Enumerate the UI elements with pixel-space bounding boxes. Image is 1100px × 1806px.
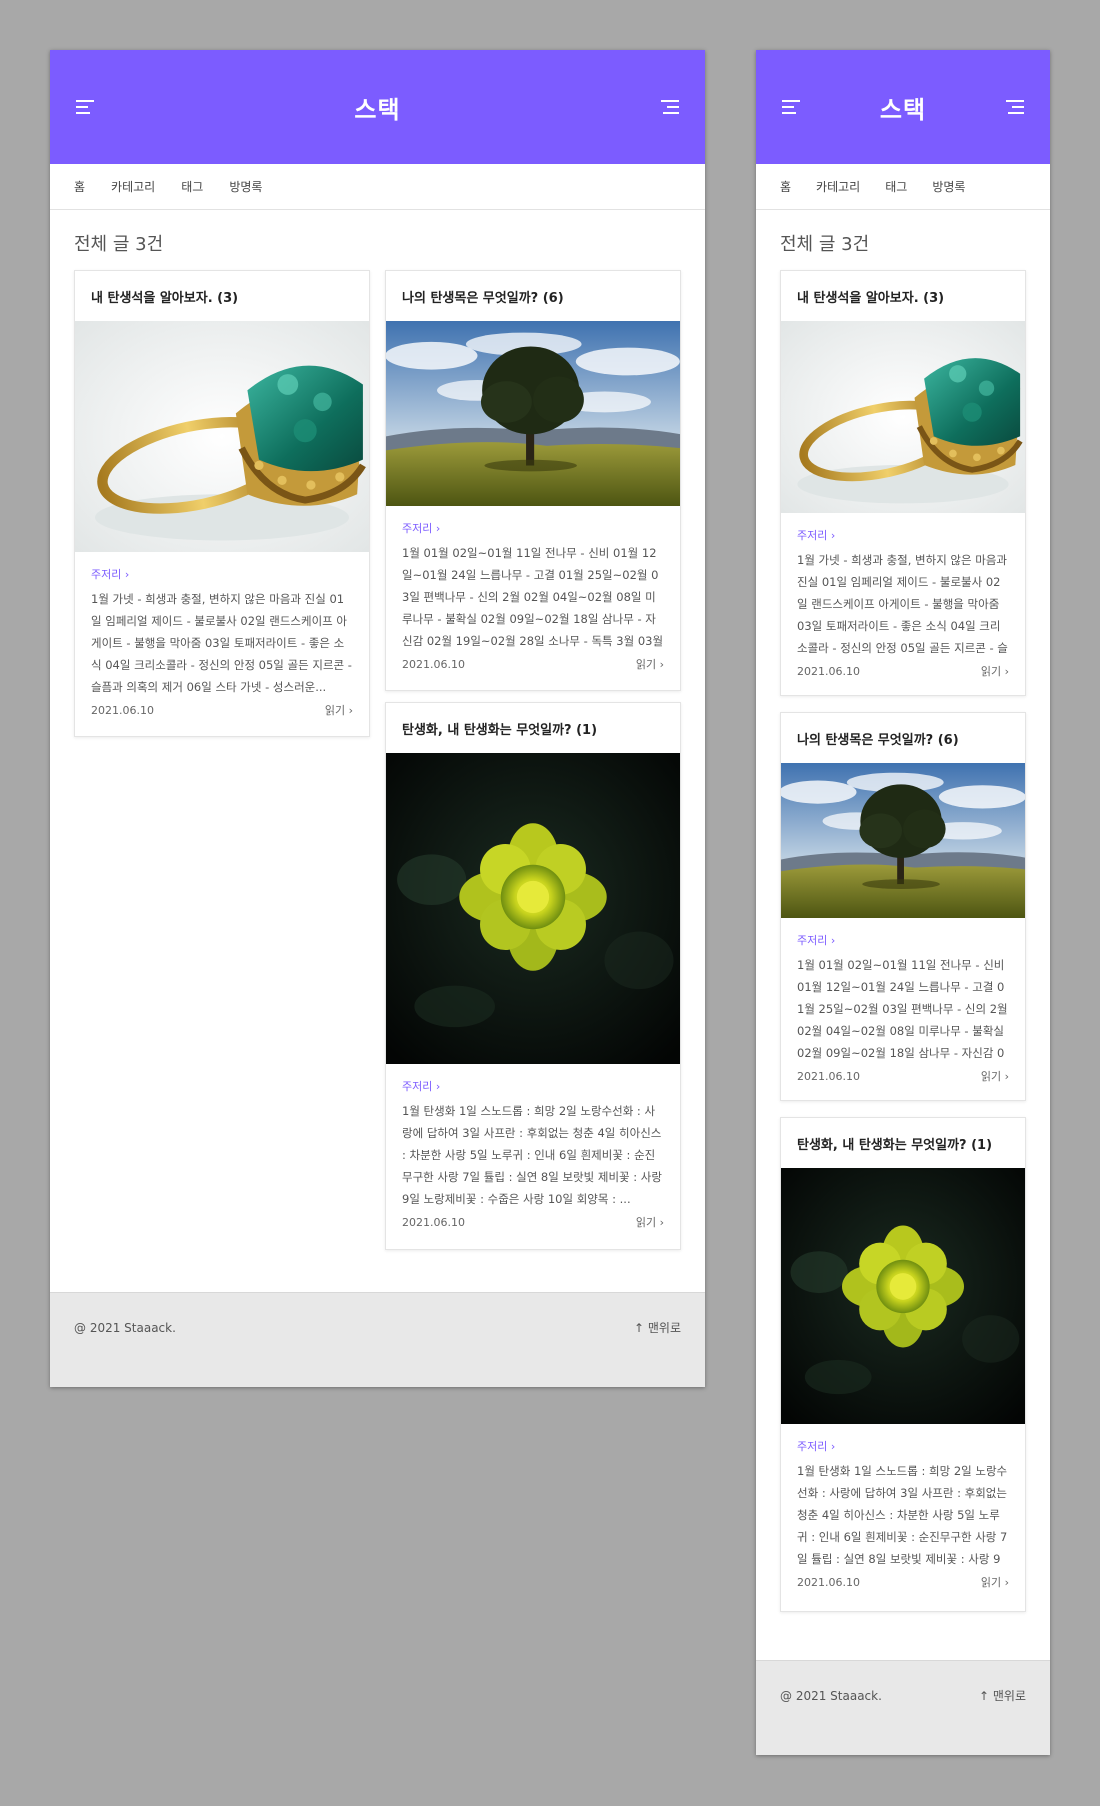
back-to-top-link[interactable]: ↑ 맨위로 xyxy=(634,1319,681,1336)
site-title[interactable]: 스택 xyxy=(354,90,400,125)
post-excerpt: 1월 탄생화 1일 스노드롭 : 희망 2일 노랑수선화 : 사랑에 답하여 3… xyxy=(797,1464,1008,1566)
nav-category[interactable]: 카테고리 xyxy=(816,178,860,195)
tree-photo[interactable] xyxy=(386,321,680,506)
post-card[interactable]: 내 탄생석을 알아보자. (3) 주저리 › 1월 가넷 - 희생과 충절, 변… xyxy=(780,270,1026,696)
post-title[interactable]: 내 탄생석을 알아보자. (3) xyxy=(781,271,1025,321)
site-header: 스택 xyxy=(756,50,1050,164)
read-link[interactable]: 읽기 › xyxy=(325,702,353,718)
top-nav: 홈 카테고리 태그 방명록 xyxy=(756,164,1050,210)
nav-tag[interactable]: 태그 xyxy=(181,178,203,195)
post-excerpt: 1월 01월 02일~01월 11일 전나무 - 신비 01월 12일~01월 … xyxy=(402,546,664,648)
read-link[interactable]: 읽기 › xyxy=(636,656,664,672)
flower-photo[interactable] xyxy=(781,1168,1025,1424)
post-excerpt: 1월 가넷 - 희생과 충절, 변하지 않은 마음과 진실 01일 임페리얼 제… xyxy=(797,553,1008,655)
site-title[interactable]: 스택 xyxy=(880,90,926,125)
nav-tag[interactable]: 태그 xyxy=(885,178,907,195)
flower-photo[interactable] xyxy=(386,753,680,1064)
post-date: 2021.06.10 xyxy=(797,1069,860,1083)
post-excerpt: 1월 01월 02일~01월 11일 전나무 - 신비 01월 12일~01월 … xyxy=(797,958,1008,1060)
site-footer: @ 2021 Staaack. ↑ 맨위로 xyxy=(50,1292,705,1387)
post-category[interactable]: 주저리 › xyxy=(781,1438,1025,1454)
post-meta: 2021.06.10 읽기 › xyxy=(75,702,369,718)
footer-copyright: @ 2021 Staaack. xyxy=(74,1320,176,1335)
menu-right-icon[interactable] xyxy=(1002,99,1024,115)
read-link[interactable]: 읽기 › xyxy=(636,1214,664,1230)
site-header: 스택 xyxy=(50,50,705,164)
menu-right-icon[interactable] xyxy=(657,99,679,115)
nav-home[interactable]: 홈 xyxy=(74,178,85,195)
post-date: 2021.06.10 xyxy=(402,657,465,671)
post-excerpt: 1월 가넷 - 희생과 충절, 변하지 않은 마음과 진실 01일 임페리얼 제… xyxy=(91,592,352,694)
nav-guestbook[interactable]: 방명록 xyxy=(229,178,262,195)
ring-photo[interactable] xyxy=(75,321,369,552)
back-to-top-link[interactable]: ↑ 맨위로 xyxy=(979,1687,1026,1704)
list-heading: 전체 글 3건 xyxy=(780,234,870,255)
post-title[interactable]: 내 탄생석을 알아보자. (3) xyxy=(75,271,369,321)
read-link[interactable]: 읽기 › xyxy=(981,1574,1009,1590)
post-excerpt: 1월 탄생화 1일 스노드롭 : 희망 2일 노랑수선화 : 사랑에 답하여 3… xyxy=(402,1104,662,1206)
post-category[interactable]: 주저리 › xyxy=(386,520,680,536)
post-date: 2021.06.10 xyxy=(402,1215,465,1229)
nav-home[interactable]: 홈 xyxy=(780,178,791,195)
post-meta: 2021.06.10 읽기 › xyxy=(781,1574,1025,1590)
post-title[interactable]: 탄생화, 내 탄생화는 무엇일까? (1) xyxy=(781,1118,1025,1168)
post-category[interactable]: 주저리 › xyxy=(386,1078,680,1094)
post-category[interactable]: 주저리 › xyxy=(75,566,369,582)
desktop-preview: 스택 홈 카테고리 태그 방명록 전체 글 3건 내 탄생석을 알아보자. (3… xyxy=(50,50,705,1387)
post-title[interactable]: 나의 탄생목은 무엇일까? (6) xyxy=(386,271,680,321)
tree-photo[interactable] xyxy=(781,763,1025,918)
post-card[interactable]: 내 탄생석을 알아보자. (3) 주저리 › 1월 가넷 - 희생과 충절, 변… xyxy=(74,270,370,737)
post-card[interactable]: 탄생화, 내 탄생화는 무엇일까? (1) 주저리 › 1월 탄생화 1일 스노… xyxy=(385,702,681,1250)
post-meta: 2021.06.10 읽기 › xyxy=(386,1214,680,1230)
list-heading: 전체 글 3건 xyxy=(74,234,164,255)
nav-guestbook[interactable]: 방명록 xyxy=(932,178,965,195)
ring-photo[interactable] xyxy=(781,321,1025,513)
post-title[interactable]: 나의 탄생목은 무엇일까? (6) xyxy=(781,713,1025,763)
read-link[interactable]: 읽기 › xyxy=(981,663,1009,679)
post-card[interactable]: 나의 탄생목은 무엇일까? (6) 주저리 › 1월 01월 02일~01월 1… xyxy=(780,712,1026,1101)
mobile-preview: 스택 홈 카테고리 태그 방명록 전체 글 3건 내 탄생석을 알아보자. (3… xyxy=(756,50,1050,1755)
post-date: 2021.06.10 xyxy=(797,1575,860,1589)
site-footer: @ 2021 Staaack. ↑ 맨위로 xyxy=(756,1660,1050,1755)
menu-left-icon[interactable] xyxy=(76,99,98,115)
footer-copyright: @ 2021 Staaack. xyxy=(780,1688,882,1703)
post-card[interactable]: 탄생화, 내 탄생화는 무엇일까? (1) 주저리 › 1월 탄생화 1일 스노… xyxy=(780,1117,1026,1612)
post-category[interactable]: 주저리 › xyxy=(781,932,1025,948)
post-date: 2021.06.10 xyxy=(91,703,154,717)
post-meta: 2021.06.10 읽기 › xyxy=(386,656,680,672)
read-link[interactable]: 읽기 › xyxy=(981,1068,1009,1084)
post-meta: 2021.06.10 읽기 › xyxy=(781,1068,1025,1084)
post-date: 2021.06.10 xyxy=(797,664,860,678)
post-card[interactable]: 나의 탄생목은 무엇일까? (6) 주저리 › 1월 01월 02일~01월 1… xyxy=(385,270,681,691)
post-category[interactable]: 주저리 › xyxy=(781,527,1025,543)
post-meta: 2021.06.10 읽기 › xyxy=(781,663,1025,679)
top-nav: 홈 카테고리 태그 방명록 xyxy=(50,164,705,210)
nav-category[interactable]: 카테고리 xyxy=(111,178,155,195)
post-title[interactable]: 탄생화, 내 탄생화는 무엇일까? (1) xyxy=(386,703,680,753)
menu-left-icon[interactable] xyxy=(782,99,804,115)
